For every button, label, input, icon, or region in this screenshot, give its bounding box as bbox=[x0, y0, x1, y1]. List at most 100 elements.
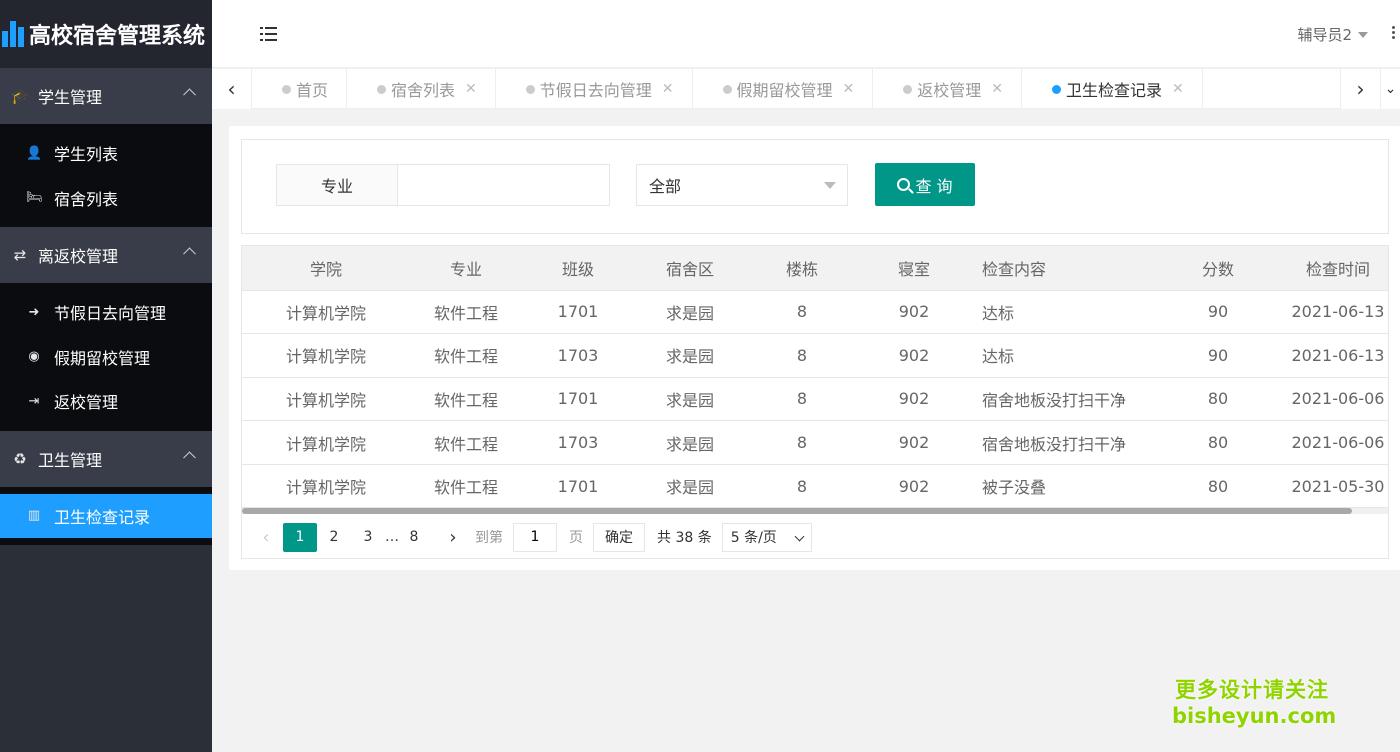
table-cell: 902 bbox=[858, 290, 970, 335]
close-icon[interactable]: ✕ bbox=[1172, 81, 1184, 97]
table-cell: 1701 bbox=[522, 464, 634, 509]
table-cell: 计算机学院 bbox=[242, 377, 410, 422]
sidebar-group-leave-return[interactable]: ⇄ 离返校管理 bbox=[0, 227, 212, 283]
user-menu[interactable]: 辅导员2 bbox=[1297, 24, 1368, 45]
table-cell: 8 bbox=[746, 377, 858, 422]
tab-label: 节假日去向管理 bbox=[539, 81, 652, 100]
sidebar-item-holiday-stay[interactable]: ◉ 假期留校管理 bbox=[0, 335, 212, 380]
column-header[interactable]: 班级 bbox=[522, 246, 634, 291]
page-button-1[interactable]: 1 bbox=[283, 522, 317, 552]
table-cell: 1701 bbox=[522, 290, 634, 335]
goto-confirm-button[interactable]: 确定 bbox=[593, 522, 645, 552]
tabs-scroll-right-button[interactable]: › bbox=[1340, 69, 1380, 109]
tab-label: 宿舍列表 bbox=[391, 81, 456, 100]
table-row[interactable]: 计算机学院 软件工程 1703 求是园 8 902 达标 90 2021-06-… bbox=[242, 333, 1388, 378]
column-header[interactable]: 寝室 bbox=[858, 246, 970, 291]
prev-page-icon[interactable]: ‹ bbox=[249, 527, 283, 548]
page-button-2[interactable]: 2 bbox=[317, 523, 351, 552]
sidebar-group-hygiene[interactable]: ♻ 卫生管理 bbox=[0, 430, 212, 487]
table-row[interactable]: 计算机学院 软件工程 1701 求是园 8 902 被子没叠 80 2021-0… bbox=[242, 464, 1388, 509]
table-cell: 1703 bbox=[522, 333, 634, 378]
tab-return-school[interactable]: 返校管理 ✕ bbox=[873, 69, 1023, 109]
tab-dorm-list[interactable]: 宿舍列表 ✕ bbox=[347, 69, 496, 109]
table-cell: 求是园 bbox=[634, 420, 746, 465]
next-page-icon[interactable]: › bbox=[431, 527, 475, 548]
column-header[interactable]: 宿舍区 bbox=[634, 246, 746, 291]
sidebar-item-label: 节假日去向管理 bbox=[54, 304, 167, 324]
table-cell: 2021-06-06 bbox=[1274, 420, 1388, 465]
tab-home[interactable]: 首页 bbox=[252, 69, 348, 109]
query-button-label: 查 询 bbox=[915, 176, 953, 196]
horizontal-scrollbar[interactable] bbox=[242, 508, 1388, 514]
filter-select[interactable]: 全部 bbox=[636, 164, 848, 206]
column-header[interactable]: 专业 bbox=[410, 246, 522, 291]
chevron-up-icon bbox=[183, 88, 196, 102]
user-icon: 👤 bbox=[26, 145, 43, 161]
table-cell: 1703 bbox=[522, 420, 634, 465]
tabs-scroll-left-button[interactable]: ‹ bbox=[212, 69, 252, 109]
sidebar-item-student-list[interactable]: 👤 学生列表 bbox=[0, 131, 212, 176]
major-input[interactable] bbox=[398, 164, 610, 206]
table-cell: 软件工程 bbox=[410, 290, 522, 335]
chevron-up-icon bbox=[183, 247, 196, 261]
more-options-icon[interactable] bbox=[1392, 26, 1396, 41]
tabs-more-button[interactable]: ⌄ bbox=[1380, 69, 1400, 109]
sidebar-item-dorm-list[interactable]: 🛏 宿舍列表 bbox=[0, 176, 212, 221]
tab-holiday-destination[interactable]: 节假日去向管理 ✕ bbox=[496, 69, 693, 109]
tab-dot-icon bbox=[525, 85, 535, 94]
query-button[interactable]: 查 询 bbox=[875, 163, 975, 206]
column-header[interactable]: 检查内容 bbox=[970, 246, 1162, 291]
page-size-select[interactable]: 5 条/页 bbox=[721, 522, 812, 552]
table-cell: 80 bbox=[1162, 377, 1274, 422]
close-icon[interactable]: ✕ bbox=[843, 81, 855, 97]
tab-list: 首页 宿舍列表 ✕ 节假日去向管理 ✕ 假期留校管理 ✕ 返校管理 ✕ 卫生检查… bbox=[252, 69, 1203, 109]
table-cell: 90 bbox=[1162, 333, 1274, 378]
table-cell: 达标 bbox=[970, 333, 1162, 378]
sidebar-group-label: 卫生管理 bbox=[38, 450, 103, 470]
table-cell: 达标 bbox=[970, 290, 1162, 335]
sidebar-item-hygiene-records[interactable]: ▥ 卫生检查记录 bbox=[0, 493, 212, 538]
table-cell: 902 bbox=[858, 420, 970, 465]
app-logo[interactable]: 高校宿舍管理系统 bbox=[0, 0, 212, 68]
column-header[interactable]: 检查时间 bbox=[1274, 246, 1388, 291]
close-icon[interactable]: ✕ bbox=[465, 81, 477, 97]
chevron-right-icon: › bbox=[1356, 77, 1365, 101]
table-row[interactable]: 计算机学院 软件工程 1703 求是园 8 902 宿舍地板没打扫干净 80 2… bbox=[242, 420, 1388, 465]
table-cell: 计算机学院 bbox=[242, 420, 410, 465]
column-header[interactable]: 分数 bbox=[1162, 246, 1274, 291]
menu-toggle-icon[interactable] bbox=[260, 27, 277, 41]
tab-holiday-stay[interactable]: 假期留校管理 ✕ bbox=[693, 69, 874, 109]
sign-out-icon: ➜ bbox=[28, 304, 40, 320]
table-cell: 计算机学院 bbox=[242, 290, 410, 335]
column-header[interactable]: 楼栋 bbox=[746, 246, 858, 291]
sidebar-group-student[interactable]: 🎓 学生管理 bbox=[0, 68, 212, 124]
top-header: 辅导员2 bbox=[212, 0, 1400, 68]
table-cell: 软件工程 bbox=[410, 333, 522, 378]
table-cell: 902 bbox=[858, 377, 970, 422]
sidebar-item-label: 假期留校管理 bbox=[54, 348, 151, 368]
close-icon[interactable]: ✕ bbox=[662, 81, 674, 97]
table-row[interactable]: 计算机学院 软件工程 1701 求是园 8 902 宿舍地板没打扫干净 80 2… bbox=[242, 377, 1388, 422]
goto-page-input[interactable] bbox=[513, 522, 557, 552]
table-cell: 8 bbox=[746, 333, 858, 378]
tab-label: 返校管理 bbox=[917, 81, 982, 100]
table-cell: 计算机学院 bbox=[242, 333, 410, 378]
tab-label: 假期留校管理 bbox=[736, 81, 833, 100]
table-cell: 1701 bbox=[522, 377, 634, 422]
tab-dot-icon bbox=[722, 85, 732, 94]
sidebar-item-return-school[interactable]: ⇥ 返校管理 bbox=[0, 379, 212, 424]
column-header[interactable]: 学院 bbox=[242, 246, 410, 291]
table-cell: 90 bbox=[1162, 290, 1274, 335]
sidebar-item-holiday-destination[interactable]: ➜ 节假日去向管理 bbox=[0, 290, 212, 335]
sidebar-group-leave-return-items: ➜ 节假日去向管理 ◉ 假期留校管理 ⇥ 返校管理 bbox=[0, 283, 212, 431]
page-button-3[interactable]: 3 bbox=[351, 523, 385, 552]
tab-hygiene-records[interactable]: 卫生检查记录 ✕ bbox=[1022, 69, 1203, 109]
table-row[interactable]: 计算机学院 软件工程 1701 求是园 8 902 达标 90 2021-06-… bbox=[242, 290, 1388, 335]
close-icon[interactable]: ✕ bbox=[991, 81, 1003, 97]
scrollbar-thumb[interactable] bbox=[242, 508, 1352, 514]
bed-icon: 🛏 bbox=[26, 190, 43, 206]
page-button-last[interactable]: 8 bbox=[397, 523, 431, 552]
table-cell: 2021-06-06 bbox=[1274, 377, 1388, 422]
chevron-down-icon: ⌄ bbox=[1384, 81, 1397, 97]
chevron-up-icon bbox=[183, 450, 196, 464]
